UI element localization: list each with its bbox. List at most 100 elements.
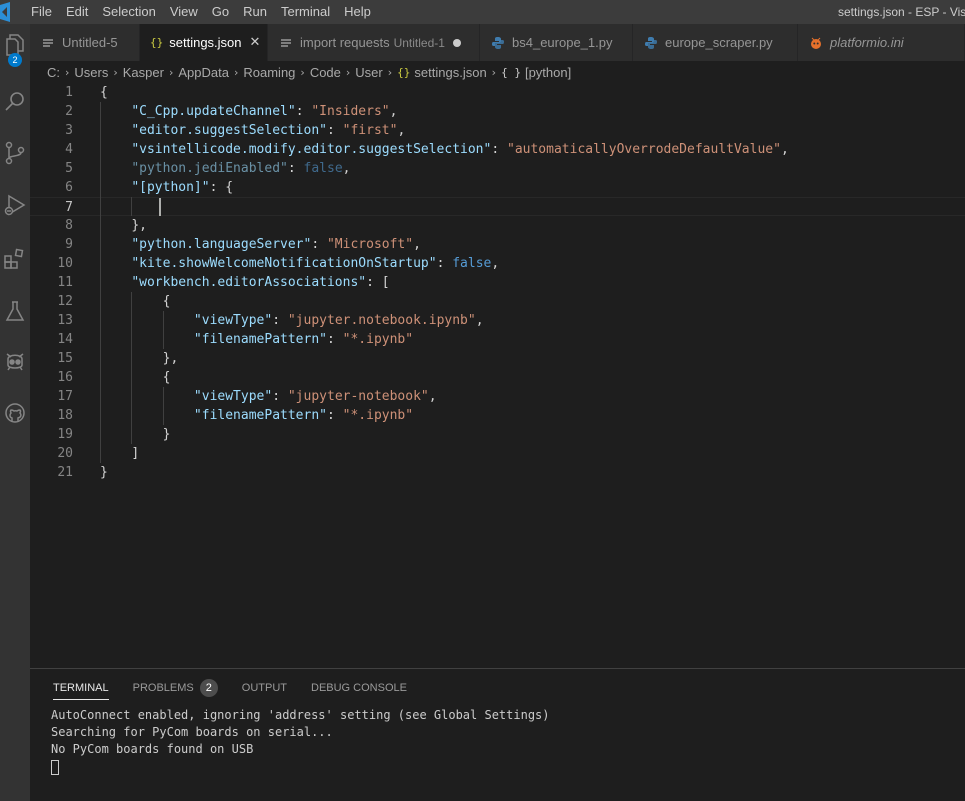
code-text: "C_Cpp.updateChannel": "Insiders", — [131, 104, 398, 119]
line-number: 17 — [57, 389, 73, 404]
tab-bs4-europe-1[interactable]: bs4_europe_1.py — [480, 24, 633, 61]
indent-guide — [162, 311, 164, 349]
code-line[interactable]: 11 "workbench.editorAssociations": [ — [30, 273, 965, 292]
code-line[interactable]: 9 "python.languageServer": "Microsoft", — [30, 235, 965, 254]
platformio-icon[interactable] — [0, 346, 30, 376]
explorer-badge: 2 — [8, 53, 22, 67]
menu-go[interactable]: Go — [205, 0, 236, 24]
activity-bar: 2 — [0, 24, 30, 801]
code-text: "vsintellicode.modify.editor.suggestSele… — [131, 142, 789, 157]
source-control-icon[interactable] — [0, 138, 30, 168]
menu-edit[interactable]: Edit — [59, 0, 95, 24]
line-number: 16 — [57, 370, 73, 385]
terminal-cursor — [51, 760, 59, 775]
title-bar: File Edit Selection View Go Run Terminal… — [0, 0, 965, 24]
code-text: "editor.suggestSelection": "first", — [131, 123, 406, 138]
breadcrumb-item[interactable]: Roaming — [243, 65, 295, 80]
tab-debug-console[interactable]: DEBUG CONSOLE — [311, 669, 407, 707]
python-icon — [490, 35, 506, 51]
code-line[interactable]: 7 — [30, 197, 965, 216]
breadcrumb-item[interactable]: C: — [47, 65, 60, 80]
breadcrumb-item[interactable]: Users — [74, 65, 108, 80]
menu-selection[interactable]: Selection — [95, 0, 162, 24]
indent-guide — [100, 102, 101, 463]
menu-terminal[interactable]: Terminal — [274, 0, 337, 24]
github-icon[interactable] — [0, 398, 30, 428]
line-number: 20 — [57, 446, 73, 461]
menu-lines-icon — [278, 35, 294, 51]
panel-tab-bar: TERMINAL PROBLEMS 2 OUTPUT DEBUG CONSOLE — [30, 669, 431, 707]
code-line[interactable]: 15 }, — [30, 349, 965, 368]
code-line[interactable]: 2 "C_Cpp.updateChannel": "Insiders", — [30, 102, 965, 121]
code-text: } — [162, 427, 171, 442]
menu-view[interactable]: View — [163, 0, 205, 24]
breadcrumb-item[interactable]: Kasper — [123, 65, 164, 80]
line-number: 7 — [65, 200, 73, 215]
line-number: 12 — [57, 294, 73, 309]
breadcrumb-item[interactable]: User — [355, 65, 382, 80]
menu-file[interactable]: File — [24, 0, 59, 24]
code-line[interactable]: 6 "[python]": { — [30, 178, 965, 197]
line-number: 5 — [65, 161, 73, 176]
code-line[interactable]: 10 "kite.showWelcomeNotificationOnStartu… — [30, 254, 965, 273]
code-line[interactable]: 4 "vsintellicode.modify.editor.suggestSe… — [30, 140, 965, 159]
tab-terminal[interactable]: TERMINAL — [53, 669, 109, 707]
tab-europe-scraper[interactable]: europe_scraper.py — [633, 24, 798, 61]
code-editor[interactable]: 1{2 "C_Cpp.updateChannel": "Insiders", 3 … — [30, 83, 965, 668]
code-line[interactable]: 5 "python.jediEnabled": false, — [30, 159, 965, 178]
line-number: 10 — [57, 256, 73, 271]
code-text: { — [162, 370, 171, 385]
code-text: "python.languageServer": "Microsoft", — [131, 237, 421, 252]
code-line[interactable]: 19 } — [30, 425, 965, 444]
terminal-line: AutoConnect enabled, ignoring 'address' … — [51, 708, 550, 722]
code-line[interactable]: 13 "viewType": "jupyter.notebook.ipynb", — [30, 311, 965, 330]
tab-settings-json[interactable]: {} settings.json ✕ — [140, 24, 268, 61]
code-line[interactable]: 8 }, — [30, 216, 965, 235]
code-line[interactable]: 12 { — [30, 292, 965, 311]
breadcrumb-file[interactable]: settings.json — [414, 65, 486, 80]
breadcrumb-item[interactable]: AppData — [178, 65, 229, 80]
tab-import-requests[interactable]: import requests Untitled-1 — [268, 24, 480, 61]
menu-run[interactable]: Run — [236, 0, 274, 24]
run-debug-icon[interactable] — [0, 190, 30, 220]
tab-problems-label: PROBLEMS — [132, 682, 194, 694]
tab-output[interactable]: OUTPUT — [242, 669, 287, 707]
code-line[interactable]: 3 "editor.suggestSelection": "first", — [30, 121, 965, 140]
code-line[interactable]: 21} — [30, 463, 965, 482]
tab-platformio-ini[interactable]: platformio.ini — [798, 24, 965, 61]
code-line[interactable]: 16 { — [30, 368, 965, 387]
breadcrumb-symbol[interactable]: [python] — [525, 65, 571, 80]
code-text: { — [162, 294, 171, 309]
unsaved-dot-icon[interactable] — [452, 38, 461, 47]
menu-help[interactable]: Help — [337, 0, 378, 24]
json-icon: {} — [150, 36, 164, 49]
code-text: { — [100, 85, 108, 100]
line-number: 15 — [57, 351, 73, 366]
tab-untitled-5[interactable]: Untitled-5 — [30, 24, 140, 61]
code-line[interactable]: 14 "filenamePattern": "*.ipynb" — [30, 330, 965, 349]
breadcrumb-item[interactable]: Code — [310, 65, 341, 80]
line-number: 19 — [57, 427, 73, 442]
line-number: 18 — [57, 408, 73, 423]
code-line[interactable]: 1{ — [30, 83, 965, 102]
terminal-output[interactable]: AutoConnect enabled, ignoring 'address' … — [51, 707, 550, 775]
code-text: }, — [131, 218, 147, 233]
menu-bar: File Edit Selection View Go Run Terminal… — [24, 0, 378, 24]
code-text: ] — [131, 446, 140, 461]
code-line[interactable]: 17 "viewType": "jupyter-notebook", — [30, 387, 965, 406]
tab-problems[interactable]: PROBLEMS 2 — [133, 669, 218, 707]
extensions-icon[interactable] — [0, 244, 30, 274]
line-number: 13 — [57, 313, 73, 328]
testing-icon[interactable] — [0, 296, 30, 326]
search-icon[interactable] — [0, 86, 30, 116]
code-line[interactable]: 18 "filenamePattern": "*.ipynb" — [30, 406, 965, 425]
python-icon — [643, 35, 659, 51]
close-icon[interactable]: ✕ — [250, 35, 261, 50]
tab-label: platformio.ini — [830, 35, 904, 50]
code-line[interactable]: 20 ] — [30, 444, 965, 463]
vscode-logo-icon — [0, 0, 24, 24]
chevron-right-icon: › — [65, 65, 70, 79]
problems-count-badge: 2 — [199, 679, 218, 697]
indent-guide — [131, 197, 133, 216]
code-text: "workbench.editorAssociations": [ — [131, 275, 390, 290]
